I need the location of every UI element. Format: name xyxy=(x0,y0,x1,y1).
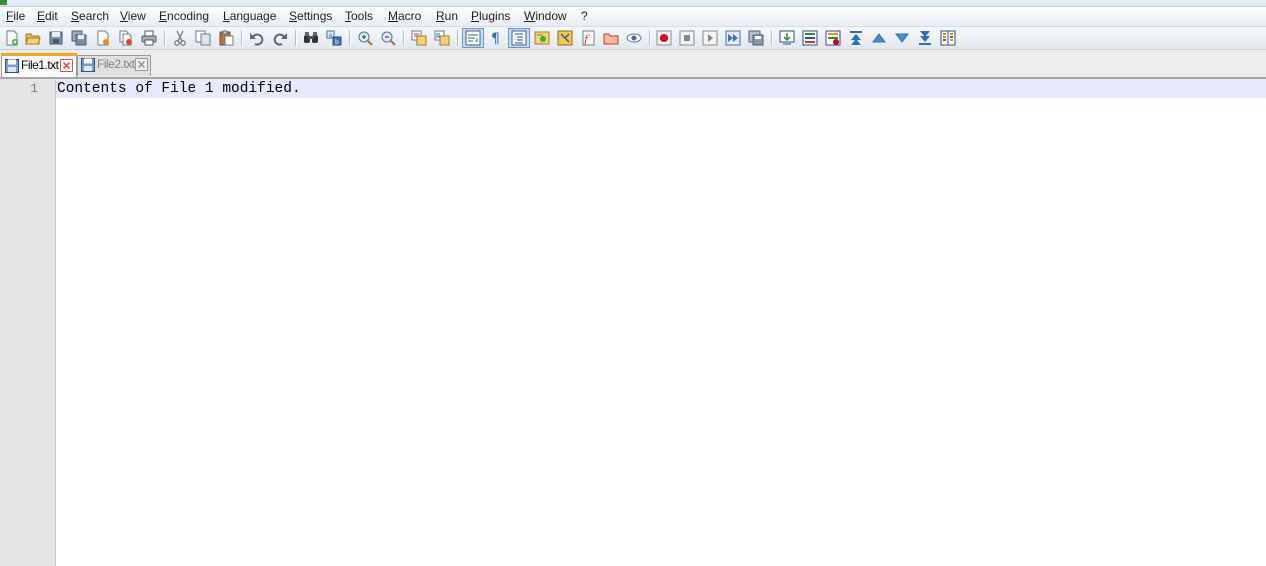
word-wrap-icon[interactable] xyxy=(462,28,484,48)
title-bar xyxy=(0,0,1266,7)
save-icon[interactable] xyxy=(48,30,64,46)
tab-bar: File1.txt File2.txt xyxy=(0,50,1266,79)
tab-close-icon[interactable] xyxy=(60,59,73,72)
menu-view[interactable]: View xyxy=(120,9,146,23)
menu-macro[interactable]: Macro xyxy=(388,9,421,23)
save-all-icon[interactable] xyxy=(71,30,87,46)
show-all-characters-icon[interactable]: ¶ xyxy=(488,30,504,46)
menu-run[interactable]: Run xyxy=(436,9,458,23)
last-diff-icon[interactable] xyxy=(917,30,933,46)
playback-macro-icon[interactable] xyxy=(702,30,718,46)
tab-file1[interactable]: File1.txt xyxy=(1,53,77,77)
record-macro-icon[interactable] xyxy=(656,30,672,46)
file-saved-icon xyxy=(5,59,19,73)
folder-as-workspace-icon[interactable] xyxy=(603,30,619,46)
tab-label: File2.txt xyxy=(97,57,135,71)
file-saved-icon xyxy=(81,58,95,72)
previous-diff-icon[interactable] xyxy=(871,30,887,46)
menu-search[interactable]: Search xyxy=(71,9,109,23)
menu-settings[interactable]: Settings xyxy=(289,9,332,23)
menu-bar: File Edit Search View Encoding Language … xyxy=(0,7,1266,27)
toolbar-separator xyxy=(241,30,243,46)
toolbar-separator xyxy=(295,30,297,46)
menu-encoding[interactable]: Encoding xyxy=(159,9,209,23)
save-macro-icon[interactable] xyxy=(748,30,764,46)
stop-recording-icon[interactable] xyxy=(679,30,695,46)
zoom-out-icon[interactable] xyxy=(380,30,396,46)
replace-icon[interactable]: ab xyxy=(326,30,342,46)
paste-icon[interactable] xyxy=(218,30,234,46)
menu-edit[interactable]: Edit xyxy=(37,9,58,23)
toolbar-separator xyxy=(164,30,166,46)
menu-language[interactable]: Language xyxy=(223,9,276,23)
menu-tools[interactable]: Tools xyxy=(345,9,373,23)
menu-plugins[interactable]: Plugins xyxy=(471,9,510,23)
navigation-bar-icon[interactable] xyxy=(940,30,956,46)
undo-icon[interactable] xyxy=(249,30,265,46)
monitoring-icon[interactable] xyxy=(626,30,642,46)
first-diff-icon[interactable] xyxy=(848,30,864,46)
indent-guide-icon[interactable] xyxy=(508,28,530,48)
next-diff-icon[interactable] xyxy=(894,30,910,46)
toolbar-separator xyxy=(457,30,459,46)
tab-close-icon[interactable] xyxy=(135,58,148,71)
new-file-icon[interactable] xyxy=(4,30,20,46)
run-macro-multiple-icon[interactable] xyxy=(725,30,741,46)
close-icon[interactable] xyxy=(95,30,111,46)
app-icon xyxy=(0,0,7,5)
toolbar-separator xyxy=(771,30,773,46)
sync-horizontal-scroll-icon[interactable] xyxy=(434,30,450,46)
user-defined-language-icon[interactable] xyxy=(534,30,550,46)
find-icon[interactable] xyxy=(303,30,319,46)
copy-icon[interactable] xyxy=(195,30,211,46)
menu-file[interactable]: File xyxy=(6,9,25,23)
document-map-icon[interactable] xyxy=(557,30,573,46)
toolbar-separator xyxy=(349,30,351,46)
toolbar-separator xyxy=(403,30,405,46)
function-list-icon[interactable]: f xyxy=(580,30,596,46)
close-all-icon[interactable] xyxy=(118,30,134,46)
open-file-icon[interactable] xyxy=(25,30,41,46)
text-editor[interactable]: Contents of File 1 modified. xyxy=(56,79,1266,566)
print-icon[interactable] xyxy=(141,30,157,46)
menu-window[interactable]: Window xyxy=(524,9,567,23)
toolbar-separator xyxy=(649,30,651,46)
compare-icon[interactable] xyxy=(779,30,795,46)
svg-text:b: b xyxy=(335,39,339,46)
line-number: 1 xyxy=(30,81,38,96)
clear-compare-icon[interactable] xyxy=(825,30,841,46)
menu-help[interactable]: ? xyxy=(581,9,588,23)
tab-file2[interactable]: File2.txt xyxy=(77,55,151,76)
cut-icon[interactable] xyxy=(172,30,188,46)
editor-line[interactable]: Contents of File 1 modified. xyxy=(57,81,301,97)
sync-vertical-scroll-icon[interactable] xyxy=(411,30,427,46)
svg-text:a: a xyxy=(329,32,333,39)
toolbar: ab ¶ f xyxy=(0,27,1266,50)
compare-lines-icon[interactable] xyxy=(802,30,818,46)
line-number-gutter[interactable]: 1 xyxy=(0,79,56,566)
tab-label: File1.txt xyxy=(21,58,59,72)
zoom-in-icon[interactable] xyxy=(357,30,373,46)
svg-text:¶: ¶ xyxy=(491,31,500,46)
redo-icon[interactable] xyxy=(272,30,288,46)
